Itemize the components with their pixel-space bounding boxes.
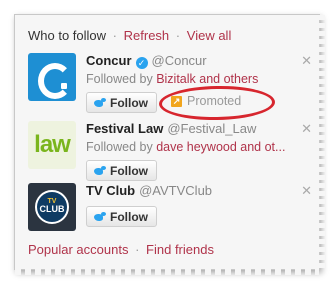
follow-button[interactable]: Follow	[86, 92, 157, 113]
header-separator: ·	[175, 28, 181, 43]
account-handle: @Festival_Law	[167, 121, 257, 136]
torn-edge-bottom	[15, 267, 319, 275]
dismiss-icon[interactable]: ✕	[301, 121, 312, 137]
followed-by-link[interactable]: dave heywood and ot...	[156, 140, 285, 154]
dismiss-icon[interactable]: ✕	[301, 183, 312, 199]
tv-club-logo: TV CLUB	[35, 190, 69, 224]
panel-footer: Popular accounts · Find friends	[28, 242, 214, 257]
followed-by: Followed by Bizitalk and others	[86, 72, 259, 86]
followed-by: Followed by dave heywood and ot...	[86, 140, 286, 154]
account-handle: @Concur	[151, 53, 207, 68]
find-friends-link[interactable]: Find friends	[146, 242, 214, 257]
panel-title: Who to follow	[28, 28, 107, 43]
footer-separator: ·	[135, 242, 140, 257]
avatar[interactable]: TV CLUB	[28, 183, 76, 231]
panel-header: Who to follow · Refresh · View all	[28, 28, 231, 43]
follow-button[interactable]: Follow	[86, 160, 157, 181]
who-to-follow-panel: Who to follow · Refresh · View all Concu…	[14, 14, 325, 275]
twitter-bird-icon	[93, 97, 106, 108]
followed-by-link[interactable]: Bizitalk and others	[156, 72, 258, 86]
follow-button[interactable]: Follow	[86, 206, 157, 227]
follow-label: Follow	[110, 163, 148, 178]
avatar-text: law	[34, 131, 71, 158]
avatar[interactable]	[28, 53, 76, 101]
suggestion-item: TV CLUB TV Club @AVTVClub Follow ✕	[28, 183, 314, 241]
view-all-link[interactable]: View all	[187, 28, 232, 43]
refresh-link[interactable]: Refresh	[124, 28, 170, 43]
account-name[interactable]: Concur	[86, 53, 132, 68]
verified-badge-icon: ✓	[135, 57, 148, 69]
account-name[interactable]: Festival Law	[86, 121, 163, 136]
account-name[interactable]: TV Club	[86, 183, 135, 198]
dismiss-icon[interactable]: ✕	[301, 53, 312, 69]
popular-accounts-link[interactable]: Popular accounts	[28, 242, 128, 257]
avatar[interactable]: law	[28, 121, 76, 169]
concur-logo-icon	[38, 63, 72, 99]
suggestion-item: law Festival Law @Festival_Law Followed b…	[28, 121, 314, 181]
follow-label: Follow	[110, 95, 148, 110]
account-handle: @AVTVClub	[139, 183, 213, 198]
header-separator: ·	[112, 28, 118, 43]
torn-edge-right	[317, 15, 325, 269]
twitter-bird-icon	[93, 165, 106, 176]
follow-label: Follow	[110, 209, 148, 224]
twitter-bird-icon	[93, 211, 106, 222]
